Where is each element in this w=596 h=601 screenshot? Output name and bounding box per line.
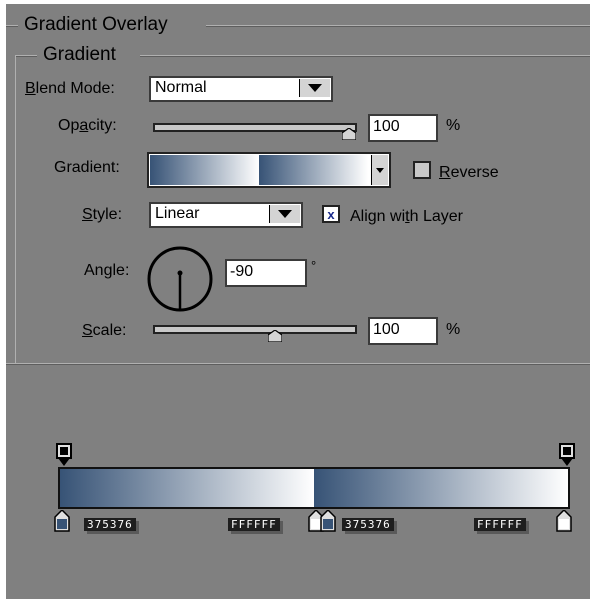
scale-slider-thumb[interactable] [268,330,282,342]
opacity-slider[interactable] [153,123,357,132]
align-with-layer-checkbox[interactable]: x [322,205,340,223]
group-rule-bottom [6,363,590,365]
group-rule-top-right [140,55,590,57]
header-rule-right [206,25,590,27]
color-stop-3[interactable] [320,508,336,537]
opacity-stop-right[interactable] [557,443,577,467]
style-value: Linear [155,205,200,222]
opacity-label: Opacity: [58,117,117,134]
color-stop-icon [54,508,70,532]
color-stop-2-label: FFFFFF [228,518,280,531]
color-stop-icon [320,508,336,532]
opacity-stop-left[interactable] [54,443,74,467]
blend-mode-label: Blend Mode: [25,80,115,97]
gradient-overlay-panel: Gradient Overlay Gradient Blend Mode: No… [6,4,590,599]
color-stop-1[interactable] [54,508,70,537]
group-rule-top-left [15,55,37,57]
scale-input[interactable]: 100 [368,317,438,345]
angle-label: Angle: [84,262,130,279]
opacity-unit: % [446,117,461,134]
blend-mode-dropdown[interactable]: Normal [149,76,333,102]
color-stop-icon [556,508,572,532]
group-title: Gradient [39,44,120,66]
color-stop-4-label: FFFFFF [474,518,526,531]
chevron-down-icon[interactable] [371,155,388,185]
opacity-input[interactable]: 100 [368,114,438,142]
opacity-stop-icon [559,443,575,466]
scale-label: Scale: [82,322,127,339]
degree-unit: ° [311,258,317,273]
reverse-label: Reverse [439,164,499,181]
scale-unit: % [446,321,461,338]
angle-input[interactable]: -90 [225,259,307,287]
group-rule-left [15,55,16,363]
reverse-checkbox[interactable] [413,161,431,179]
color-stop-4[interactable] [556,508,572,537]
chevron-down-icon[interactable] [269,205,300,223]
align-with-layer-label: Align with Layer [350,208,463,225]
gradient-picker[interactable] [147,152,391,188]
angle-dial[interactable] [146,245,214,313]
opacity-slider-thumb[interactable] [342,128,356,140]
color-stop-1-label: 375376 [84,518,136,531]
scale-slider[interactable] [153,325,357,334]
gradient-swatch[interactable] [150,155,368,185]
style-dropdown[interactable]: Linear [149,202,303,228]
header-rule-left [6,25,18,27]
header-title: Gradient Overlay [20,14,172,36]
check-icon: x [327,206,335,222]
chevron-down-icon[interactable] [299,79,330,97]
gradient-label: Gradient: [54,159,120,176]
opacity-stop-icon [56,443,72,466]
gradient-editor-bar[interactable] [58,467,570,509]
color-stop-3-label: 375376 [342,518,394,531]
blend-mode-value: Normal [155,79,207,96]
style-label: Style: [82,206,123,223]
